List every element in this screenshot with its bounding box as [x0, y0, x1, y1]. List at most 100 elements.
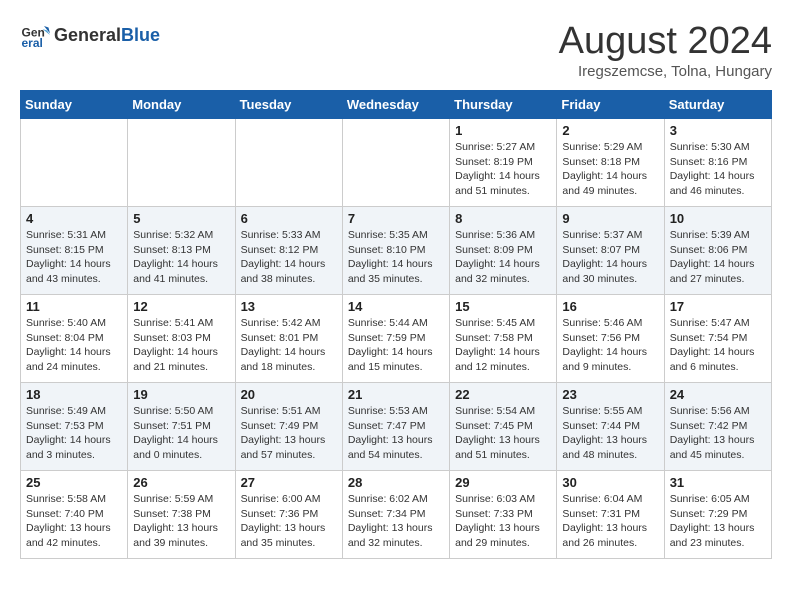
- day-number: 19: [133, 387, 229, 402]
- calendar-table: SundayMondayTuesdayWednesdayThursdayFrid…: [20, 90, 772, 559]
- day-info: Sunrise: 5:47 AMSunset: 7:54 PMDaylight:…: [670, 316, 766, 375]
- day-number: 21: [348, 387, 444, 402]
- weekday-header-thursday: Thursday: [450, 91, 557, 119]
- logo-general-text: General: [54, 25, 121, 46]
- day-info: Sunrise: 5:49 AMSunset: 7:53 PMDaylight:…: [26, 404, 122, 463]
- day-info: Sunrise: 5:53 AMSunset: 7:47 PMDaylight:…: [348, 404, 444, 463]
- day-info: Sunrise: 6:03 AMSunset: 7:33 PMDaylight:…: [455, 492, 551, 551]
- day-number: 24: [670, 387, 766, 402]
- day-number: 29: [455, 475, 551, 490]
- weekday-header-sunday: Sunday: [21, 91, 128, 119]
- day-info: Sunrise: 5:41 AMSunset: 8:03 PMDaylight:…: [133, 316, 229, 375]
- weekday-header-friday: Friday: [557, 91, 664, 119]
- calendar-cell: [342, 119, 449, 207]
- day-number: 18: [26, 387, 122, 402]
- calendar-cell: 30 Sunrise: 6:04 AMSunset: 7:31 PMDayligh…: [557, 471, 664, 559]
- day-number: 6: [241, 211, 337, 226]
- weekday-header-wednesday: Wednesday: [342, 91, 449, 119]
- day-number: 7: [348, 211, 444, 226]
- calendar-cell: 14 Sunrise: 5:44 AMSunset: 7:59 PMDayligh…: [342, 295, 449, 383]
- day-info: Sunrise: 5:37 AMSunset: 8:07 PMDaylight:…: [562, 228, 658, 287]
- day-number: 14: [348, 299, 444, 314]
- day-number: 3: [670, 123, 766, 138]
- day-info: Sunrise: 5:59 AMSunset: 7:38 PMDaylight:…: [133, 492, 229, 551]
- day-info: Sunrise: 5:56 AMSunset: 7:42 PMDaylight:…: [670, 404, 766, 463]
- day-number: 28: [348, 475, 444, 490]
- day-info: Sunrise: 6:02 AMSunset: 7:34 PMDaylight:…: [348, 492, 444, 551]
- calendar-cell: 1Sunrise: 5:27 AMSunset: 8:19 PMDaylight…: [450, 119, 557, 207]
- calendar-cell: 10 Sunrise: 5:39 AMSunset: 8:06 PMDayligh…: [664, 207, 771, 295]
- day-number: 31: [670, 475, 766, 490]
- calendar-week-row: 18 Sunrise: 5:49 AMSunset: 7:53 PMDayligh…: [21, 383, 772, 471]
- calendar-cell: [21, 119, 128, 207]
- calendar-cell: 23Sunrise: 5:55 AMSunset: 7:44 PMDayligh…: [557, 383, 664, 471]
- day-info: Sunrise: 5:39 AMSunset: 8:06 PMDaylight:…: [670, 228, 766, 287]
- calendar-cell: 31Sunrise: 6:05 AMSunset: 7:29 PMDayligh…: [664, 471, 771, 559]
- day-number: 9: [562, 211, 658, 226]
- day-info: Sunrise: 5:33 AMSunset: 8:12 PMDaylight:…: [241, 228, 337, 287]
- day-number: 13: [241, 299, 337, 314]
- weekday-header-monday: Monday: [128, 91, 235, 119]
- day-number: 8: [455, 211, 551, 226]
- day-number: 5: [133, 211, 229, 226]
- weekday-header-tuesday: Tuesday: [235, 91, 342, 119]
- calendar-cell: 26 Sunrise: 5:59 AMSunset: 7:38 PMDayligh…: [128, 471, 235, 559]
- day-number: 30: [562, 475, 658, 490]
- logo-blue-text: Blue: [121, 25, 160, 46]
- calendar-cell: 25 Sunrise: 5:58 AMSunset: 7:40 PMDayligh…: [21, 471, 128, 559]
- day-info: Sunrise: 5:58 AMSunset: 7:40 PMDaylight:…: [26, 492, 122, 551]
- calendar-cell: 16Sunrise: 5:46 AMSunset: 7:56 PMDayligh…: [557, 295, 664, 383]
- day-number: 2: [562, 123, 658, 138]
- day-info: Sunrise: 5:54 AMSunset: 7:45 PMDaylight:…: [455, 404, 551, 463]
- day-info: Sunrise: 5:40 AMSunset: 8:04 PMDaylight:…: [26, 316, 122, 375]
- calendar-cell: 15 Sunrise: 5:45 AMSunset: 7:58 PMDayligh…: [450, 295, 557, 383]
- month-year-title: August 2024: [559, 20, 772, 63]
- calendar-cell: [235, 119, 342, 207]
- calendar-cell: 5 Sunrise: 5:32 AMSunset: 8:13 PMDaylight…: [128, 207, 235, 295]
- calendar-week-row: 25 Sunrise: 5:58 AMSunset: 7:40 PMDayligh…: [21, 471, 772, 559]
- calendar-cell: 22Sunrise: 5:54 AMSunset: 7:45 PMDayligh…: [450, 383, 557, 471]
- day-info: Sunrise: 5:44 AMSunset: 7:59 PMDaylight:…: [348, 316, 444, 375]
- calendar-cell: 24 Sunrise: 5:56 AMSunset: 7:42 PMDayligh…: [664, 383, 771, 471]
- day-info: Sunrise: 5:42 AMSunset: 8:01 PMDaylight:…: [241, 316, 337, 375]
- calendar-cell: 21 Sunrise: 5:53 AMSunset: 7:47 PMDayligh…: [342, 383, 449, 471]
- calendar-cell: 13 Sunrise: 5:42 AMSunset: 8:01 PMDayligh…: [235, 295, 342, 383]
- calendar-week-row: 4Sunrise: 5:31 AMSunset: 8:15 PMDaylight…: [21, 207, 772, 295]
- day-number: 15: [455, 299, 551, 314]
- day-info: Sunrise: 5:35 AMSunset: 8:10 PMDaylight:…: [348, 228, 444, 287]
- calendar-cell: 17Sunrise: 5:47 AMSunset: 7:54 PMDayligh…: [664, 295, 771, 383]
- day-number: 1: [455, 123, 551, 138]
- calendar-week-row: 1Sunrise: 5:27 AMSunset: 8:19 PMDaylight…: [21, 119, 772, 207]
- logo-icon: Gen eral: [20, 20, 50, 50]
- calendar-cell: 2 Sunrise: 5:29 AMSunset: 8:18 PMDaylight…: [557, 119, 664, 207]
- weekday-header-row: SundayMondayTuesdayWednesdayThursdayFrid…: [21, 91, 772, 119]
- day-info: Sunrise: 5:36 AMSunset: 8:09 PMDaylight:…: [455, 228, 551, 287]
- calendar-cell: 9 Sunrise: 5:37 AMSunset: 8:07 PMDaylight…: [557, 207, 664, 295]
- day-info: Sunrise: 6:00 AMSunset: 7:36 PMDaylight:…: [241, 492, 337, 551]
- day-info: Sunrise: 5:32 AMSunset: 8:13 PMDaylight:…: [133, 228, 229, 287]
- day-info: Sunrise: 5:46 AMSunset: 7:56 PMDaylight:…: [562, 316, 658, 375]
- day-info: Sunrise: 5:29 AMSunset: 8:18 PMDaylight:…: [562, 140, 658, 199]
- day-number: 10: [670, 211, 766, 226]
- day-number: 4: [26, 211, 122, 226]
- day-info: Sunrise: 5:30 AMSunset: 8:16 PMDaylight:…: [670, 140, 766, 199]
- day-number: 26: [133, 475, 229, 490]
- calendar-cell: 27 Sunrise: 6:00 AMSunset: 7:36 PMDayligh…: [235, 471, 342, 559]
- logo: Gen eral General Blue: [20, 20, 160, 50]
- day-number: 12: [133, 299, 229, 314]
- day-info: Sunrise: 5:45 AMSunset: 7:58 PMDaylight:…: [455, 316, 551, 375]
- calendar-cell: 19Sunrise: 5:50 AMSunset: 7:51 PMDayligh…: [128, 383, 235, 471]
- day-number: 25: [26, 475, 122, 490]
- calendar-cell: 7 Sunrise: 5:35 AMSunset: 8:10 PMDaylight…: [342, 207, 449, 295]
- calendar-cell: 28 Sunrise: 6:02 AMSunset: 7:34 PMDayligh…: [342, 471, 449, 559]
- weekday-header-saturday: Saturday: [664, 91, 771, 119]
- day-number: 20: [241, 387, 337, 402]
- calendar-cell: 4Sunrise: 5:31 AMSunset: 8:15 PMDaylight…: [21, 207, 128, 295]
- calendar-cell: 11 Sunrise: 5:40 AMSunset: 8:04 PMDayligh…: [21, 295, 128, 383]
- day-number: 11: [26, 299, 122, 314]
- header: Gen eral General Blue August 2024 Iregsz…: [20, 20, 772, 80]
- calendar-cell: 29 Sunrise: 6:03 AMSunset: 7:33 PMDayligh…: [450, 471, 557, 559]
- day-info: Sunrise: 6:04 AMSunset: 7:31 PMDaylight:…: [562, 492, 658, 551]
- location-subtitle: Iregszemcse, Tolna, Hungary: [559, 63, 772, 80]
- day-number: 27: [241, 475, 337, 490]
